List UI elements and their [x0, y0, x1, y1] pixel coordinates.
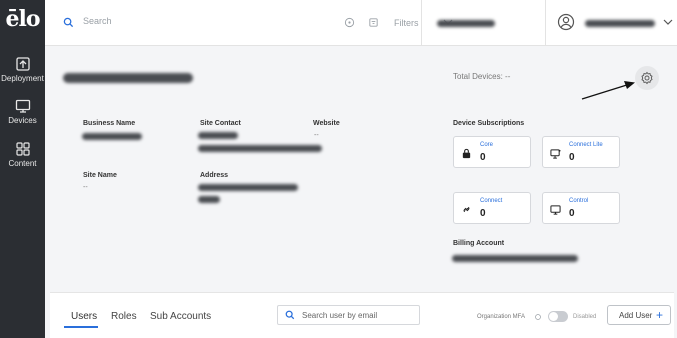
total-devices: Total Devices: --: [453, 72, 510, 81]
account-details-card: Business Name Site Contact Website -- Si…: [50, 50, 674, 290]
subscription-count: 0: [480, 208, 486, 219]
user-search-input[interactable]: [302, 309, 414, 322]
filter-icon[interactable]: [368, 17, 379, 28]
redacted-contact-name: [198, 132, 238, 139]
site-contact-label: Site Contact: [200, 120, 241, 127]
subscription-name: Control: [569, 198, 589, 204]
grid-icon: [15, 142, 30, 156]
total-devices-label: Total Devices:: [453, 72, 503, 81]
annotation-arrow: [581, 81, 635, 100]
monitor-icon: [15, 99, 30, 113]
sidebar-item-label: Content: [8, 159, 37, 168]
elo-logo[interactable]: ēlo: [0, 6, 45, 32]
subscription-count: 0: [569, 152, 575, 163]
upload-box-icon: [15, 57, 30, 71]
redacted-user-name[interactable]: [585, 20, 655, 27]
settings-button[interactable]: [635, 66, 659, 90]
subscription-count: 0: [569, 208, 575, 219]
plus-icon: +: [655, 308, 663, 322]
tab-sub-accounts[interactable]: Sub Accounts: [150, 311, 211, 322]
website-label: Website: [313, 120, 340, 127]
monitor-cast-icon: [550, 149, 561, 159]
header-divider: [421, 0, 422, 46]
sidebar-item-deployment[interactable]: Deployment: [0, 56, 45, 83]
user-avatar-icon[interactable]: [557, 13, 575, 31]
add-user-label: Add User: [619, 310, 653, 320]
redacted-business-name: [82, 133, 142, 140]
subscription-connect[interactable]: Connect 0: [453, 192, 531, 224]
tab-roles[interactable]: Roles: [111, 311, 137, 322]
subscription-name: Core: [480, 142, 494, 148]
info-icon[interactable]: [535, 314, 541, 320]
chevron-down-icon[interactable]: [663, 18, 673, 26]
active-tab-indicator: [64, 326, 98, 328]
filters-dropdown-label[interactable]: Filters: [394, 18, 419, 28]
redacted-account-title: [63, 73, 193, 83]
add-user-button[interactable]: Add User +: [607, 305, 671, 325]
business-name-label: Business Name: [83, 120, 136, 127]
link-icon: [463, 206, 470, 213]
address-label: Address: [200, 172, 229, 179]
sidebar-item-content[interactable]: Content: [0, 141, 45, 168]
sidebar-item-label: Devices: [8, 116, 37, 125]
tab-users[interactable]: Users: [71, 311, 97, 322]
redacted-billing-account: [452, 255, 578, 262]
lock-icon: [462, 148, 471, 159]
billing-account-label: Billing Account: [453, 240, 505, 247]
site-name-value: --: [83, 184, 88, 191]
redacted-org-name[interactable]: [437, 20, 495, 27]
user-search-box[interactable]: [277, 305, 420, 325]
total-devices-value: --: [505, 72, 511, 81]
organization-mfa-label: Organization MFA: [477, 314, 526, 320]
website-value: --: [314, 132, 319, 139]
sidebar: ēlo Deployment Devices Content: [0, 0, 45, 338]
global-search-input[interactable]: [83, 16, 283, 26]
search-icon: [285, 310, 295, 320]
monitor-icon: [550, 205, 561, 215]
top-header: Filters: [45, 0, 677, 46]
subscription-name: Connect: [480, 198, 503, 204]
redacted-address-line1: [198, 184, 298, 191]
subscription-control[interactable]: Control 0: [542, 192, 620, 224]
redacted-address-line2: [198, 196, 220, 203]
subscription-connect-lite[interactable]: Connect Lite 0: [542, 136, 620, 168]
device-subscriptions-label: Device Subscriptions: [453, 120, 525, 127]
users-toolbar: Users Roles Sub Accounts Organization MF…: [50, 292, 674, 338]
subscription-count: 0: [480, 152, 486, 163]
mfa-state-label: Disabled: [573, 314, 597, 320]
mfa-toggle[interactable]: [548, 311, 568, 322]
sidebar-item-label: Deployment: [1, 74, 44, 83]
header-divider: [545, 0, 546, 46]
subscription-core[interactable]: Core 0: [453, 136, 531, 168]
search-icon: [63, 17, 74, 28]
site-name-label: Site Name: [83, 172, 117, 179]
help-circle-icon[interactable]: [344, 17, 355, 28]
gear-icon: [641, 71, 653, 85]
redacted-contact-email: [198, 145, 322, 152]
sidebar-item-devices[interactable]: Devices: [0, 98, 45, 125]
subscription-name: Connect Lite: [569, 142, 603, 148]
